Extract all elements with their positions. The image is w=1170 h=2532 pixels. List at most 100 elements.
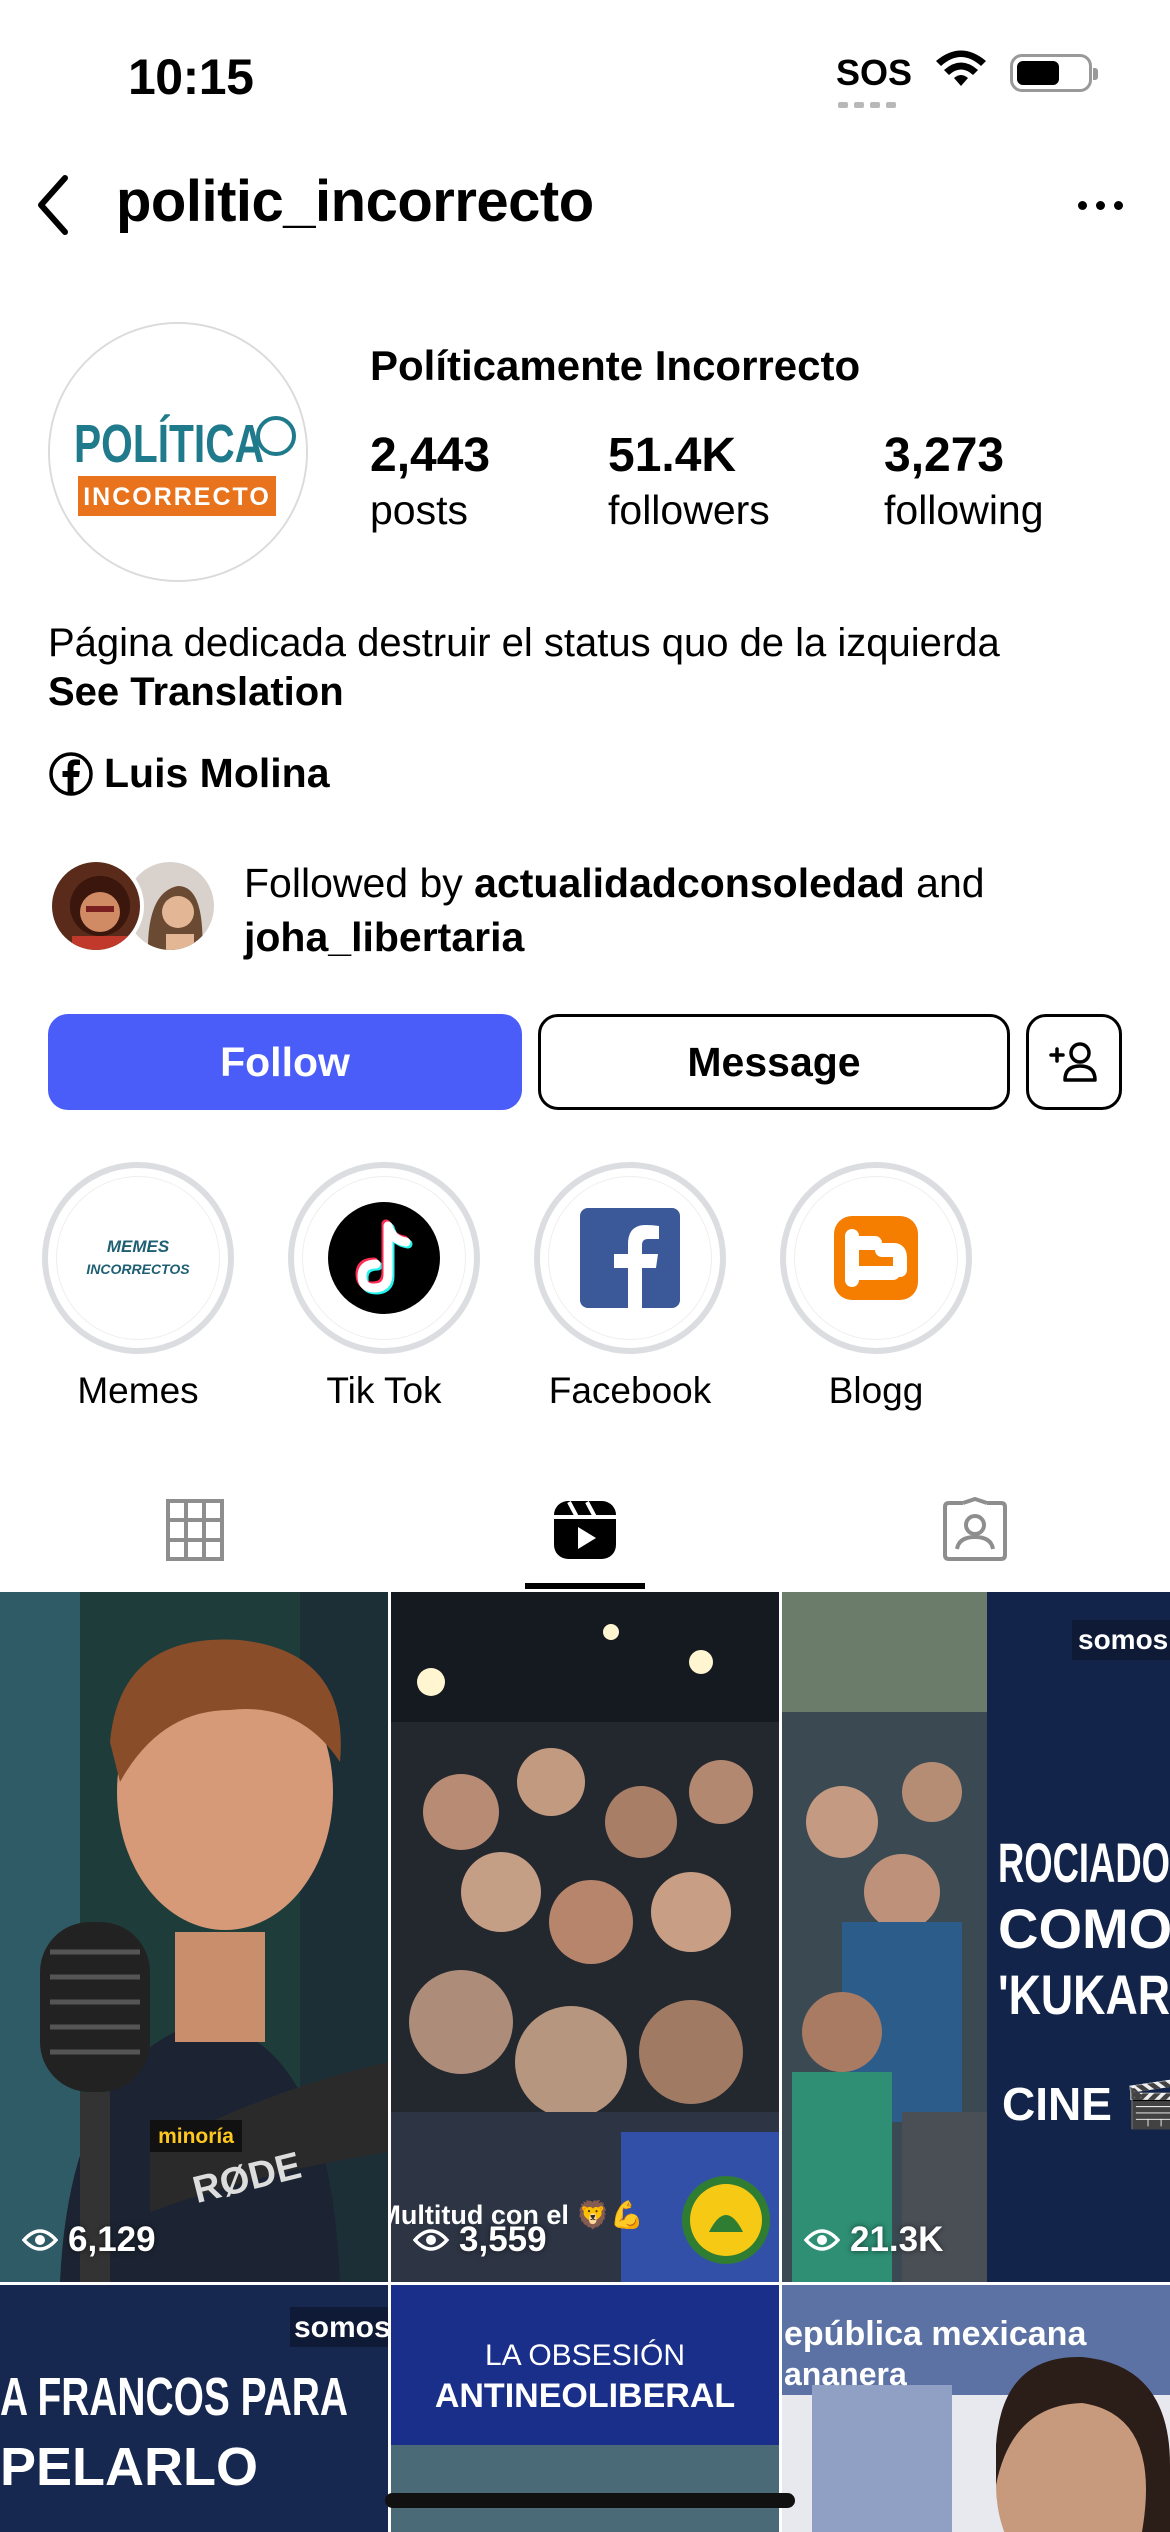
posts-stat[interactable]: 2,443 posts [370,428,490,534]
svg-text:LA OBSESIÓN: LA OBSESIÓN [485,2339,685,2372]
followed-by-section[interactable]: Followed by actualidadconsoledad and joha… [48,856,1128,960]
highlight-label-facebook: Facebook [548,1370,712,1411]
svg-text:somos: somos [1078,1624,1168,1655]
facebook-icon [49,751,93,796]
politica-logo-icon: POLÍTICA INCORRECTO [50,324,306,580]
svg-text:A FRANCOS PARA: A FRANCOS PARA [0,2367,348,2427]
svg-text:POLÍTICA: POLÍTICA [74,414,264,474]
status-icons: SOS [835,50,1098,108]
memes-logo-icon: MEMES INCORRECTOS [58,1178,218,1338]
follower-avatar-1 [48,858,144,954]
more-options-button[interactable] [1060,174,1140,236]
reel-thumbnail[interactable]: minoría RØDE 6,129 [0,1592,388,2282]
mutual-follower-2[interactable]: joha_libertaria [244,914,524,960]
grid-icon [166,1499,224,1561]
message-button[interactable]: Message [538,1014,1010,1110]
reel-thumbnail[interactable]: somos ROCIADO COMO 'KUKAR CINE 🎬 21.3K [782,1592,1170,2282]
svg-text:minoría: minoría [158,2125,234,2148]
follow-button[interactable]: Follow [48,1014,522,1110]
posts-label: posts [370,487,468,533]
reel-thumbnail[interactable]: Multitud con el 🦁💪 3,559 [391,1592,779,2282]
suggested-accounts-button[interactable] [1026,1014,1122,1110]
followed-by-joiner: and [904,860,985,906]
facebook-logo-icon [550,1178,710,1338]
reel-thumbnail-image: somos ROCIADO COMO 'KUKAR CINE 🎬 [782,1592,1170,2282]
reel-thumbnail[interactable]: somos A FRANCOS PARA PELARLO [0,2285,388,2532]
followed-by-text: Followed by actualidadconsoledad and joha… [244,856,1124,964]
svg-text:INCORRECTO: INCORRECTO [83,483,271,511]
highlight-blogg[interactable]: Blogg [778,1162,974,1412]
tab-tagged[interactable] [780,1470,1170,1590]
status-bar: 10:15 SOS [0,0,1170,150]
following-count: 3,273 [884,429,1005,482]
highlight-label-blogg: Blogg [828,1370,924,1411]
reel-thumbnail-image: somos A FRANCOS PARA PELARLO [0,2285,388,2532]
svg-text:'KUKAR: 'KUKAR [998,1963,1170,2026]
view-count-value: 21.3K [850,2220,944,2259]
svg-text:ROCIADO: ROCIADO [998,1831,1170,1894]
svg-text:CINE 🎬: CINE 🎬 [1002,2078,1170,2131]
highlight-tiktok[interactable]: Tik Tok [286,1162,482,1412]
tagged-person-icon [943,1497,1007,1561]
more-dots-icon [1077,200,1087,210]
add-person-icon [1049,1042,1097,1082]
reel-thumbnail[interactable]: epública mexicana ananera [782,2285,1170,2532]
facebook-link-label: Luis Molina [104,750,330,796]
memes-highlight-cover: MEMES INCORRECTOS [56,1176,220,1340]
bio-text: Página dedicada destruir el status quo d… [48,621,1000,665]
display-name: Políticamente Incorrecto [370,342,861,389]
posts-count: 2,443 [370,429,491,482]
content-tabs [0,1470,1170,1590]
eye-icon [804,2229,840,2251]
highlight-memes[interactable]: MEMES INCORRECTOS Memes [40,1162,236,1412]
signal-dots-icon [837,101,896,108]
svg-text:PELARLO: PELARLO [0,2437,258,2497]
view-count: 6,129 [22,2220,156,2260]
tab-posts-grid[interactable] [0,1470,390,1590]
svg-text:COMO: COMO [998,1897,1170,1960]
reel-thumbnail-image: Multitud con el 🦁💪 [391,1592,779,2282]
username-title: politic_incorrecto [116,169,594,234]
see-translation-link[interactable]: See Translation [48,670,344,715]
highlight-label-memes: Memes [77,1370,199,1411]
svg-text:MEMES: MEMES [107,1237,170,1256]
followed-by-prefix: Followed by [244,860,475,906]
followers-stat[interactable]: 51.4K followers [608,428,770,534]
svg-text:ananera: ananera [784,2356,907,2392]
eye-icon [22,2229,58,2251]
reel-thumbnail-image: epública mexicana ananera [782,2285,1170,2532]
reel-thumbnail-image: minoría RØDE [0,1592,388,2282]
eye-icon [413,2229,449,2251]
profile-avatar[interactable]: POLÍTICA INCORRECTO [48,322,308,582]
highlight-label-tiktok: Tik Tok [326,1370,442,1411]
reels-icon [554,1501,616,1559]
svg-text:INCORRECTOS: INCORRECTOS [86,1261,190,1277]
profile-header: politic_incorrecto [0,160,1170,250]
following-label: following [884,487,1044,533]
battery-icon [1010,53,1098,92]
back-button[interactable] [22,174,84,236]
sos-indicator: SOS [835,51,912,108]
facebook-profile-link[interactable]: Luis Molina [48,750,330,797]
view-count: 21.3K [804,2220,943,2260]
chevron-left-icon [38,175,68,235]
active-tab-indicator [525,1583,645,1589]
status-time: 10:15 [128,49,254,105]
tiktok-icon [304,1178,464,1338]
following-stat[interactable]: 3,273 following [884,428,1044,534]
wifi-icon [934,50,988,95]
view-count: 3,559 [413,2220,547,2260]
blogger-icon [796,1178,956,1338]
svg-text:somos: somos [294,2311,388,2344]
svg-text:ANTINEOLIBERAL: ANTINEOLIBERAL [435,2377,735,2415]
tab-reels[interactable] [390,1470,780,1590]
home-indicator[interactable] [385,2493,795,2508]
svg-text:epública mexicana: epública mexicana [784,2315,1087,2353]
view-count-value: 3,559 [459,2220,547,2259]
view-count-value: 6,129 [68,2220,156,2259]
followers-count: 51.4K [608,429,737,482]
mutual-follower-1[interactable]: actualidadconsoledad [474,860,905,906]
highlight-facebook[interactable]: Facebook [532,1162,728,1412]
sos-text: SOS [835,51,912,93]
followers-label: followers [608,487,770,533]
